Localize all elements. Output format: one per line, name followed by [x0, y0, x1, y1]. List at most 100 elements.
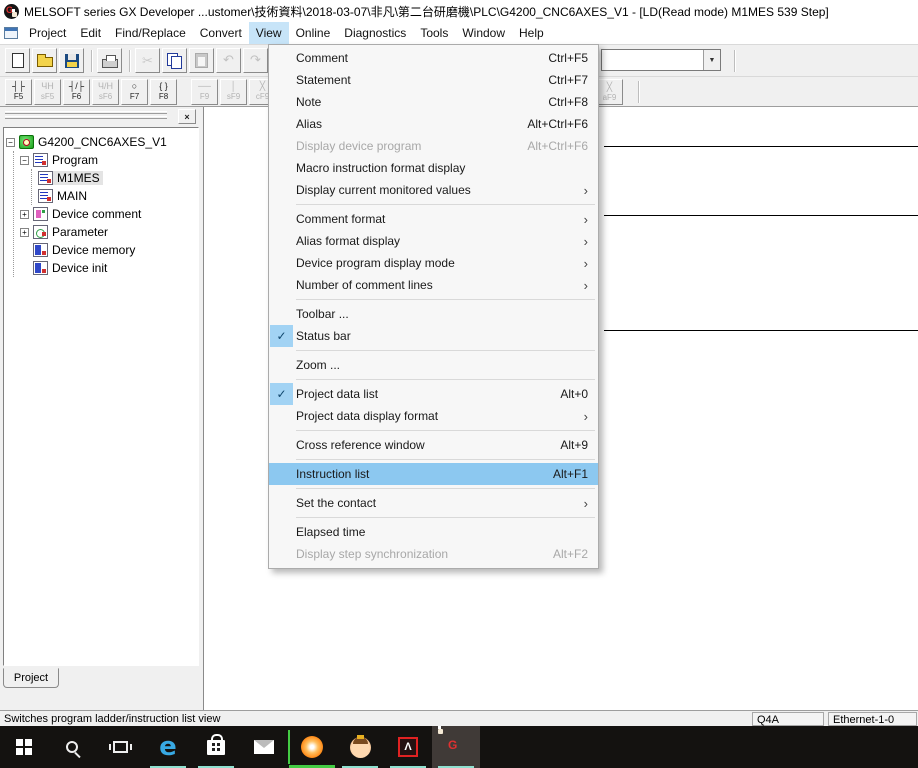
menu-item-alias-format-display[interactable]: Alias format display › — [269, 230, 598, 252]
device-comment-icon — [33, 207, 48, 221]
menu-convert[interactable]: Convert — [193, 22, 249, 44]
menu-item-project-data-list[interactable]: ✓ Project data list Alt+0 — [269, 383, 598, 405]
task-view-button[interactable] — [96, 726, 144, 768]
open-branch-icon: ЧН — [41, 82, 54, 92]
status-bar: Switches program ladder/instruction list… — [0, 710, 918, 726]
menu-separator — [296, 430, 595, 431]
menu-item-elapsed-time[interactable]: Elapsed time — [269, 521, 598, 543]
plc-monitor-icon — [301, 736, 323, 758]
coil-button[interactable]: ○ F7 — [121, 79, 148, 105]
taskbar-edge-button[interactable]: e — [144, 726, 192, 768]
open-contact-button[interactable]: ┤├ F5 — [5, 79, 32, 105]
menu-bar: Project Edit Find/Replace Convert View O… — [0, 22, 918, 44]
new-button[interactable] — [5, 48, 30, 73]
project-tree: − G4200_CNC6AXES_V1 − Program M1MES — [3, 127, 199, 666]
open-button[interactable] — [32, 48, 57, 73]
tree-children: − Program M1MES MAIN — [13, 151, 196, 277]
toolbar-separator — [638, 81, 639, 103]
vertical-line-button: │ sF9 — [220, 79, 247, 105]
menu-item-statement[interactable]: Statement Ctrl+F7 — [269, 69, 598, 91]
start-button[interactable] — [0, 726, 48, 768]
menu-project[interactable]: Project — [22, 22, 73, 44]
tree-node-main[interactable]: MAIN — [38, 187, 196, 205]
collapse-icon[interactable]: − — [20, 156, 29, 165]
menu-edit[interactable]: Edit — [73, 22, 108, 44]
tree-node-device-memory[interactable]: Device memory — [20, 241, 196, 259]
submenu-arrow-icon: › — [584, 409, 588, 424]
menu-tools[interactable]: Tools — [413, 22, 455, 44]
taskbar-mail-button[interactable] — [240, 726, 288, 768]
taskbar-search-button[interactable] — [48, 726, 96, 768]
windows-logo-icon — [16, 739, 32, 755]
panel-close-button[interactable]: × — [178, 109, 196, 124]
menu-online[interactable]: Online — [289, 22, 338, 44]
tree-node-root[interactable]: − G4200_CNC6AXES_V1 — [6, 133, 196, 151]
taskbar-store-button[interactable] — [192, 726, 240, 768]
menu-window[interactable]: Window — [455, 22, 512, 44]
menu-item-alias[interactable]: Alias Alt+Ctrl+F6 — [269, 113, 598, 135]
ladder-rung-line — [604, 146, 918, 147]
print-button[interactable] — [97, 48, 122, 73]
menu-item-comment-format[interactable]: Comment format › — [269, 208, 598, 230]
project-icon — [19, 135, 34, 149]
tree-node-device-comment[interactable]: + Device comment — [20, 205, 196, 223]
tree-node-parameter[interactable]: + Parameter — [20, 223, 196, 241]
paste-icon — [195, 53, 208, 68]
device-search-combobox[interactable]: ▼ — [601, 49, 721, 71]
closed-contact-button[interactable]: ┤/├ F6 — [63, 79, 90, 105]
tree-node-program[interactable]: − Program — [20, 151, 196, 169]
paste-button — [189, 48, 214, 73]
menu-separator — [296, 379, 595, 380]
taskbar-plc-monitor-button[interactable] — [288, 726, 336, 768]
expand-icon[interactable]: + — [20, 210, 29, 219]
submenu-arrow-icon: › — [584, 496, 588, 511]
menu-diagnostics[interactable]: Diagnostics — [337, 22, 413, 44]
print-icon — [102, 59, 118, 68]
menu-item-device-program-display-mode[interactable]: Device program display mode › — [269, 252, 598, 274]
menu-item-toolbar[interactable]: Toolbar ... — [269, 303, 598, 325]
panel-drag-grip[interactable] — [5, 116, 167, 119]
project-data-list-panel: × − G4200_CNC6AXES_V1 − Program M — [0, 107, 204, 710]
menu-item-note[interactable]: Note Ctrl+F8 — [269, 91, 598, 113]
menu-item-status-bar[interactable]: ✓ Status bar — [269, 325, 598, 347]
copy-button[interactable] — [162, 48, 187, 73]
application-instruction-button[interactable]: { } F8 — [150, 79, 177, 105]
menu-item-project-data-display-format[interactable]: Project data display format › — [269, 405, 598, 427]
cpu-type-indicator: Q4A — [752, 712, 824, 726]
collapse-icon[interactable]: − — [6, 138, 15, 147]
combobox-value[interactable] — [602, 50, 703, 70]
project-tab[interactable]: Project — [3, 668, 59, 688]
menu-item-set-the-contact[interactable]: Set the contact › — [269, 492, 598, 514]
menu-item-cross-reference-window[interactable]: Cross reference window Alt+9 — [269, 434, 598, 456]
menu-separator — [296, 488, 595, 489]
tree-node-m1mes[interactable]: M1MES — [38, 169, 196, 187]
menu-view[interactable]: View — [249, 22, 289, 44]
menu-item-zoom[interactable]: Zoom ... — [269, 354, 598, 376]
taskbar-avatar-app-button[interactable] — [336, 726, 384, 768]
menu-item-instruction-list[interactable]: Instruction list Alt+F1 — [269, 463, 598, 485]
dropdown-arrow-icon[interactable]: ▼ — [703, 50, 720, 70]
horizontal-line-button: ── F9 — [191, 79, 218, 105]
new-icon — [12, 53, 24, 68]
menu-item-macro-instruction-format-display[interactable]: Macro instruction format display — [269, 157, 598, 179]
menu-item-comment[interactable]: Comment Ctrl+F5 — [269, 47, 598, 69]
program-icon — [38, 171, 53, 185]
taskbar-gx-developer-button[interactable] — [432, 726, 480, 768]
tree-node-device-init[interactable]: Device init — [20, 259, 196, 277]
taskbar-acrobat-button[interactable]: Λ — [384, 726, 432, 768]
save-button[interactable] — [59, 48, 84, 73]
coil-icon: ○ — [132, 82, 137, 92]
menu-item-display-current-monitored-values[interactable]: Display current monitored values › — [269, 179, 598, 201]
menu-find-replace[interactable]: Find/Replace — [108, 22, 193, 44]
device-init-icon — [33, 261, 48, 275]
expand-icon[interactable]: + — [20, 228, 29, 237]
panel-header: × — [0, 107, 203, 126]
child-window-icon[interactable] — [4, 27, 18, 39]
vertical-line-icon: │ — [231, 82, 237, 92]
menu-item-number-of-comment-lines[interactable]: Number of comment lines › — [269, 274, 598, 296]
panel-drag-grip[interactable] — [5, 111, 167, 114]
app-icon — [4, 4, 19, 19]
menu-help[interactable]: Help — [512, 22, 551, 44]
horizontal-line-icon: ── — [198, 82, 211, 92]
edge-icon: e — [159, 734, 177, 760]
